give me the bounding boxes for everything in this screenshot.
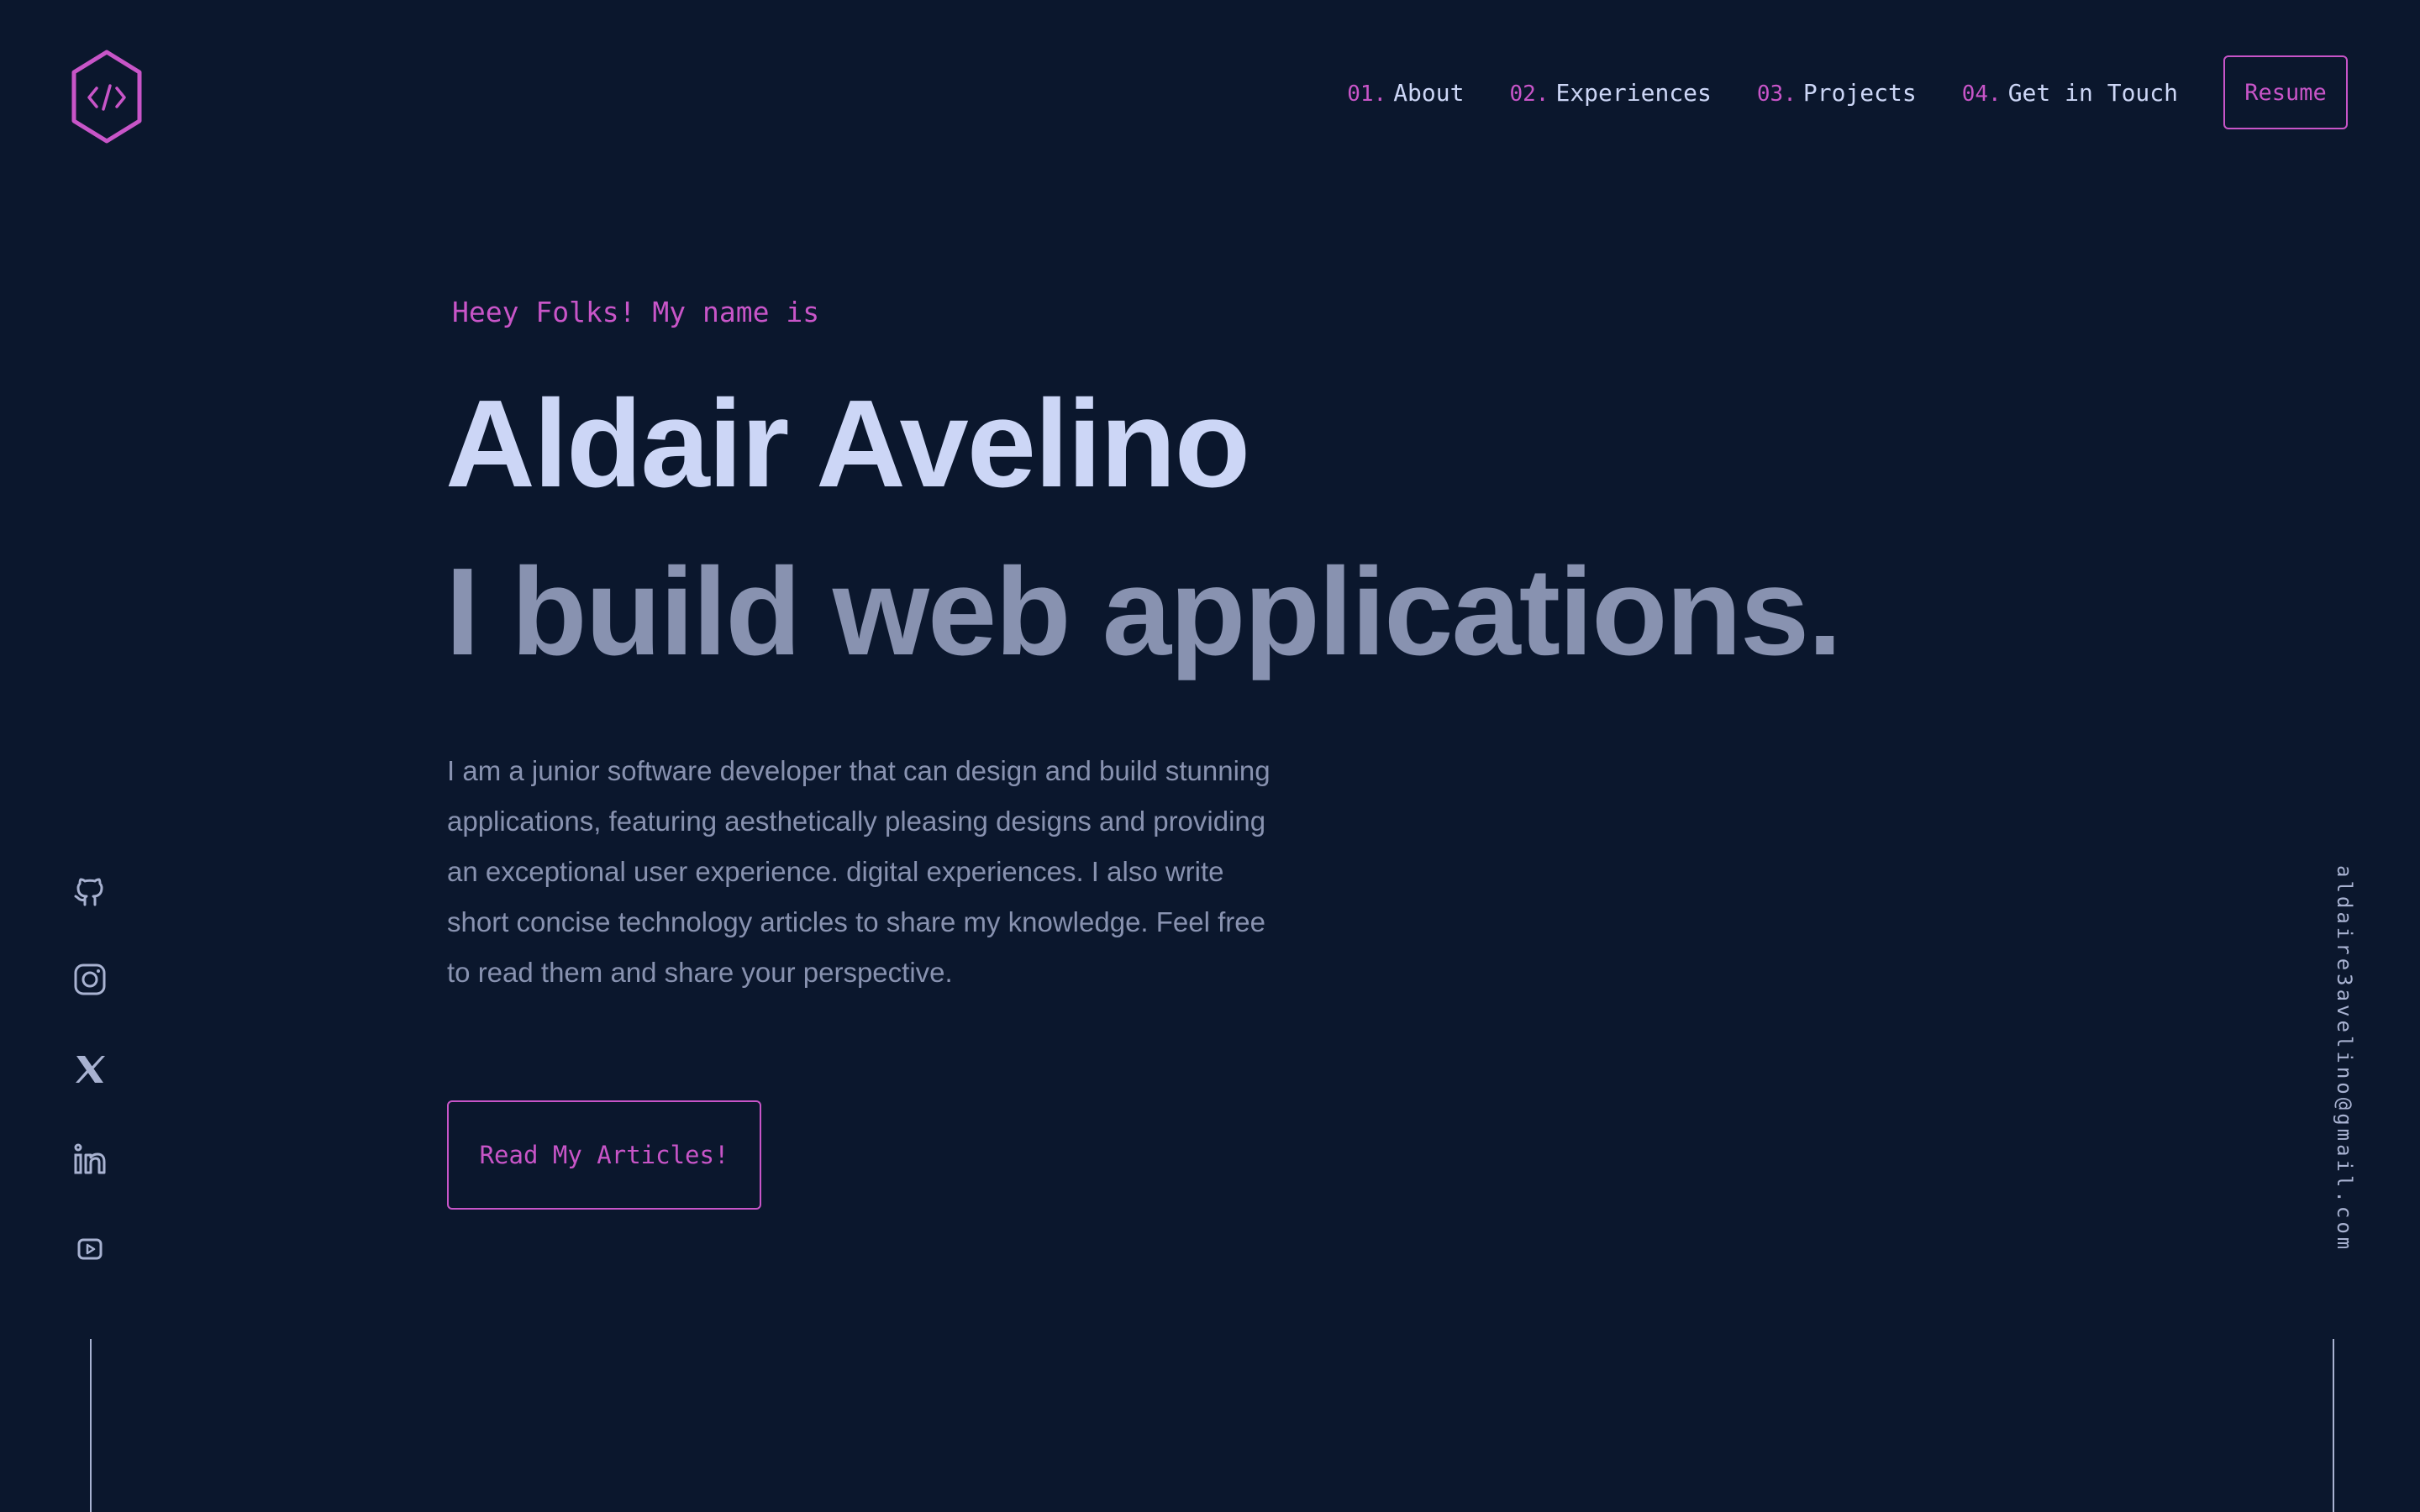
- nav-item-get-in-touch[interactable]: 04. Get in Touch: [1962, 79, 2178, 107]
- nav-number: 01.: [1347, 81, 1387, 107]
- read-articles-button[interactable]: Read My Articles!: [447, 1100, 761, 1210]
- logo-icon[interactable]: [71, 49, 143, 144]
- nav-item-about[interactable]: 01. About: [1347, 79, 1464, 107]
- email-link[interactable]: aldaire3avelino@gmail.com: [2333, 865, 2356, 1252]
- right-divider-line: [2333, 1339, 2334, 1512]
- linkedin-icon[interactable]: [71, 1140, 109, 1179]
- nav-label: Projects: [1802, 78, 1917, 107]
- left-divider-line: [90, 1339, 92, 1512]
- social-links: [71, 870, 109, 1268]
- nav-label: About: [1393, 78, 1465, 107]
- github-icon[interactable]: [71, 870, 109, 909]
- nav-label: Experiences: [1555, 78, 1712, 107]
- x-twitter-icon[interactable]: [71, 1050, 109, 1089]
- resume-button[interactable]: Resume: [2223, 55, 2348, 129]
- nav-label: Get in Touch: [2007, 78, 2178, 107]
- nav-number: 04.: [1961, 81, 2002, 107]
- youtube-icon[interactable]: [71, 1230, 109, 1268]
- nav-number: 02.: [1509, 81, 1549, 107]
- nav-item-projects[interactable]: 03. Projects: [1757, 79, 1917, 107]
- nav-item-experiences[interactable]: 02. Experiences: [1510, 79, 1712, 107]
- hero-tagline: I build web applications.: [445, 543, 1842, 681]
- hero-description: I am a junior software developer that ca…: [447, 755, 1270, 988]
- hero-greeting: Heey Folks! My name is: [452, 296, 820, 328]
- hero-name: Aldair Avelino: [445, 375, 1250, 513]
- main-nav: 01. About 02. Experiences 03. Projects 0…: [1347, 54, 2348, 131]
- instagram-icon[interactable]: [71, 960, 109, 999]
- nav-number: 03.: [1756, 81, 1797, 107]
